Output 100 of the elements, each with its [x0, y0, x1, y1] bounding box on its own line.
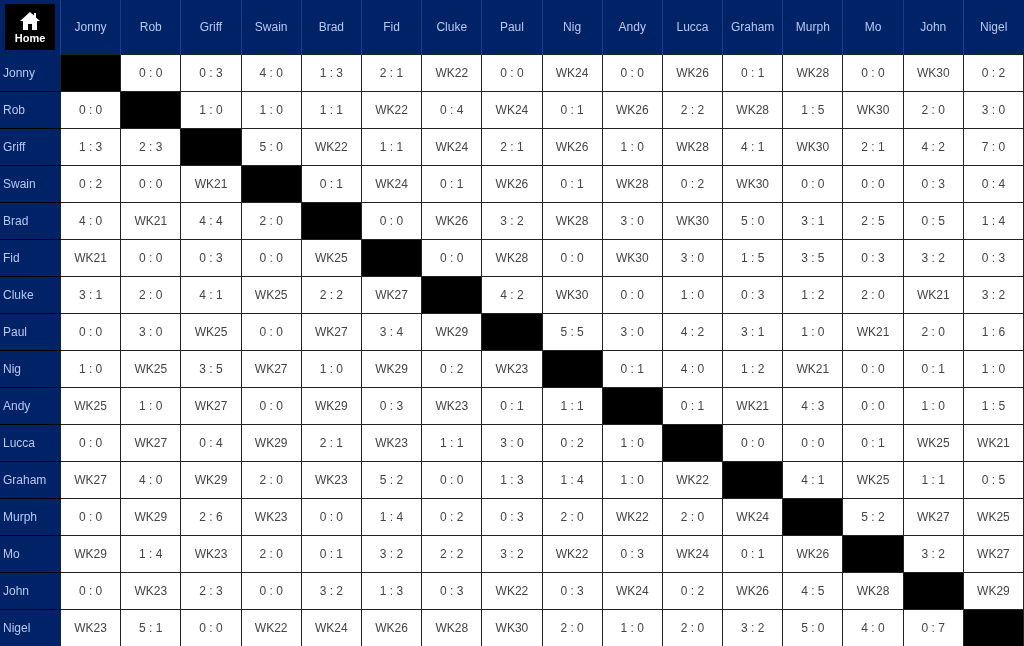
score-cell: 4 : 5 [782, 572, 843, 610]
row-header: Nig [0, 350, 61, 388]
score-cell: 1 : 5 [782, 91, 843, 129]
column-header: Lucca [662, 0, 723, 55]
score-cell: 2 : 1 [301, 424, 362, 462]
score-cell: 1 : 1 [421, 424, 482, 462]
score-cell: 0 : 5 [963, 461, 1024, 499]
score-cell: 0 : 3 [180, 54, 242, 92]
score-cell: WK25 [842, 461, 904, 499]
score-cell: 0 : 3 [361, 387, 422, 425]
score-cell: 0 : 1 [542, 165, 603, 203]
score-cell: WK26 [662, 54, 723, 92]
score-cell: 1 : 1 [361, 128, 422, 166]
score-cell: WK25 [241, 276, 302, 314]
score-cell: WK23 [60, 609, 121, 646]
column-header: Paul [481, 0, 542, 55]
score-cell: 1 : 5 [722, 239, 783, 277]
row-header: Lucca [0, 424, 61, 462]
score-cell: 3 : 4 [361, 313, 422, 351]
score-cell: 3 : 0 [120, 313, 181, 351]
column-header: Brad [301, 0, 362, 55]
score-cell: 0 : 3 [963, 239, 1024, 277]
score-cell: 1 : 4 [542, 461, 603, 499]
column-header: Mo [842, 0, 904, 55]
score-cell: 0 : 0 [842, 350, 904, 388]
score-cell: 4 : 2 [662, 313, 723, 351]
score-cell: 0 : 2 [421, 350, 482, 388]
row-header: Jonny [0, 54, 61, 92]
score-cell: 0 : 3 [602, 535, 663, 573]
score-cell: 0 : 0 [60, 424, 121, 462]
column-header: Fid [361, 0, 422, 55]
score-cell: WK27 [903, 498, 964, 536]
score-cell: 3 : 0 [602, 202, 663, 240]
column-header: Griff [180, 0, 242, 55]
column-header: Nig [542, 0, 603, 55]
score-cell: 0 : 0 [361, 202, 422, 240]
house-icon [19, 10, 41, 31]
score-cell: 3 : 0 [662, 239, 723, 277]
score-cell: 0 : 2 [662, 165, 723, 203]
score-cell: WK30 [722, 165, 783, 203]
score-cell: 3 : 0 [602, 313, 663, 351]
score-cell: 5 : 5 [542, 313, 603, 351]
row-header: Fid [0, 239, 61, 277]
score-cell: 4 : 0 [241, 54, 302, 92]
score-cell: WK26 [542, 128, 603, 166]
score-cell: WK21 [782, 350, 843, 388]
score-cell: 1 : 0 [903, 387, 964, 425]
score-cell: 0 : 0 [60, 91, 121, 129]
score-cell: WK23 [421, 387, 482, 425]
score-cell: 0 : 2 [963, 54, 1024, 92]
score-cell: 1 : 0 [241, 91, 302, 129]
score-cell: WK25 [180, 313, 242, 351]
row-header: Paul [0, 313, 61, 351]
score-cell: 0 : 4 [963, 165, 1024, 203]
score-cell: 0 : 0 [481, 54, 542, 92]
score-cell: 0 : 3 [722, 276, 783, 314]
score-cell: WK24 [722, 498, 783, 536]
score-cell: 5 : 0 [722, 202, 783, 240]
column-header: Andy [602, 0, 663, 55]
home-button[interactable]: Home [5, 4, 55, 51]
score-cell: 3 : 2 [903, 239, 964, 277]
score-cell: WK28 [842, 572, 904, 610]
row-header: Nigel [0, 609, 61, 646]
score-cell: WK24 [421, 128, 482, 166]
score-cell: WK29 [963, 572, 1024, 610]
score-cell: 4 : 1 [722, 128, 783, 166]
score-cell: 0 : 1 [722, 54, 783, 92]
score-cell: WK22 [662, 461, 723, 499]
score-cell: 1 : 0 [662, 276, 723, 314]
row-header: John [0, 572, 61, 610]
score-cell: 0 : 0 [542, 239, 603, 277]
score-cell: WK26 [722, 572, 783, 610]
score-cell: 3 : 2 [361, 535, 422, 573]
score-cell: 2 : 3 [120, 128, 181, 166]
score-cell: WK30 [662, 202, 723, 240]
score-cell: 1 : 3 [301, 54, 362, 92]
score-cell: WK28 [602, 165, 663, 203]
score-cell: WK29 [180, 461, 242, 499]
score-cell: WK24 [602, 572, 663, 610]
score-cell: WK26 [782, 535, 843, 573]
score-cell: WK30 [903, 54, 964, 92]
score-cell: WK23 [481, 350, 542, 388]
score-cell: 0 : 0 [722, 424, 783, 462]
score-cell: 0 : 0 [120, 165, 181, 203]
score-cell: WK30 [842, 91, 904, 129]
score-cell: 7 : 0 [963, 128, 1024, 166]
score-cell: 1 : 0 [60, 350, 121, 388]
score-cell: WK29 [301, 387, 362, 425]
score-cell: WK23 [241, 498, 302, 536]
column-header: Graham [722, 0, 783, 55]
score-cell: 0 : 5 [903, 202, 964, 240]
score-cell: 1 : 1 [301, 91, 362, 129]
score-cell: 0 : 1 [903, 350, 964, 388]
score-cell: WK23 [361, 424, 422, 462]
score-cell: 3 : 1 [722, 313, 783, 351]
score-cell: 1 : 2 [782, 276, 843, 314]
score-cell: 0 : 3 [180, 239, 242, 277]
score-cell: 3 : 5 [180, 350, 242, 388]
score-cell: 5 : 2 [361, 461, 422, 499]
score-cell: WK30 [782, 128, 843, 166]
